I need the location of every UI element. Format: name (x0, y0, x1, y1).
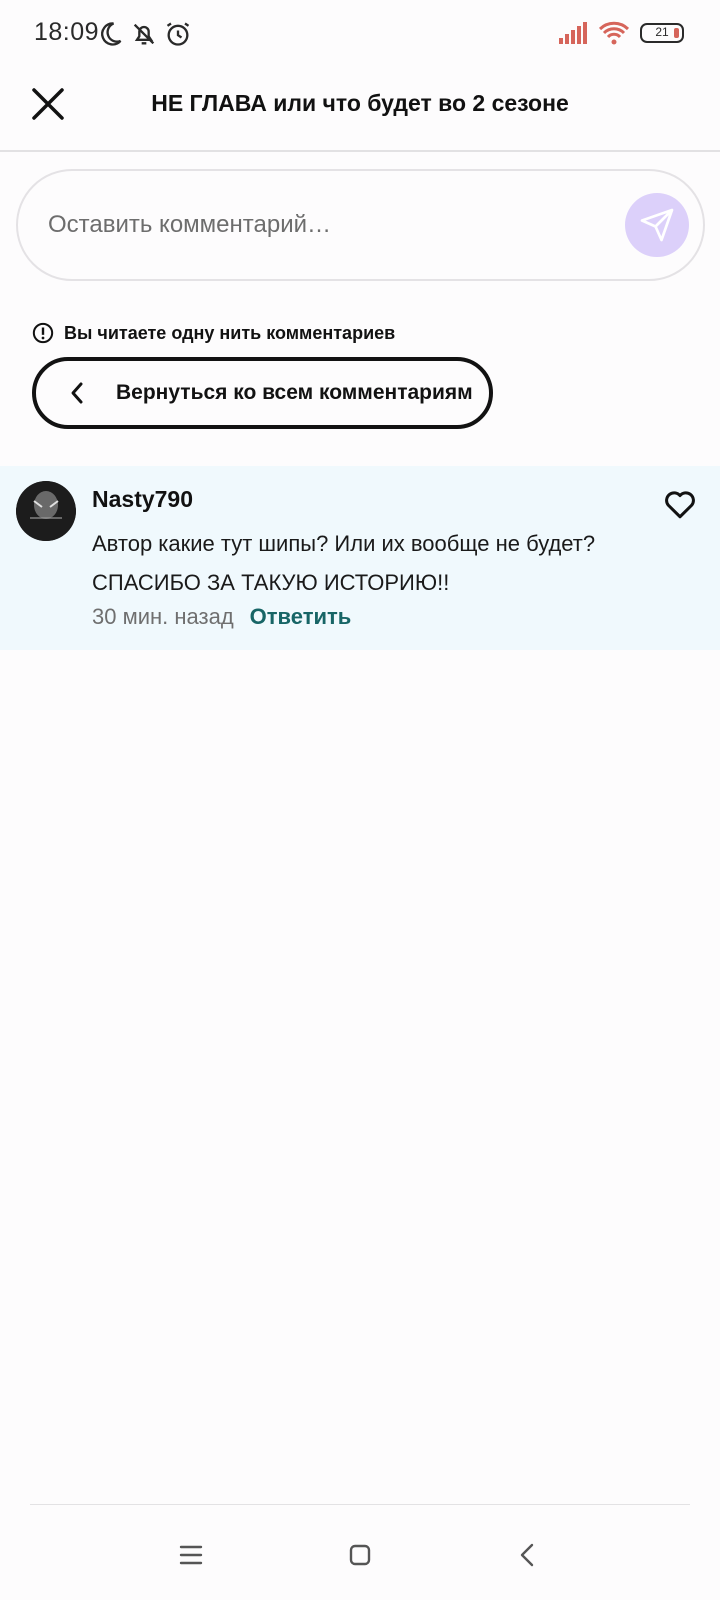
comment-card: Nasty790 Автор какие тут шипы? Или их во… (0, 466, 720, 650)
chevron-left-icon (71, 382, 83, 404)
avatar-image (16, 481, 76, 541)
back-button-label: Вернуться ко всем комментариям (116, 381, 473, 404)
status-bar: 18:09 21 (0, 0, 720, 66)
signal-icon (559, 22, 587, 44)
back-icon[interactable] (513, 1540, 543, 1570)
send-icon (640, 208, 674, 242)
wifi-icon (598, 21, 630, 45)
system-nav-bar (0, 1505, 720, 1600)
reply-button[interactable]: Ответить (250, 604, 352, 630)
comment-input[interactable] (48, 201, 588, 249)
comment-timestamp: 30 мин. назад (92, 604, 234, 629)
thread-note-text: Вы читаете одну нить комментариев (64, 322, 396, 343)
comment-username[interactable]: Nasty790 (92, 486, 193, 513)
status-time: 18:09 (34, 18, 100, 46)
home-icon[interactable] (345, 1540, 375, 1570)
back-to-all-comments-button[interactable]: Вернуться ко всем комментариям (32, 357, 493, 429)
bell-off-icon (133, 23, 155, 45)
comment-text: Автор какие тут шипы? Или их вообще не б… (92, 531, 596, 595)
send-button[interactable] (625, 193, 689, 257)
thread-note: Вы читаете одну нить комментариев (32, 322, 395, 344)
menu-icon[interactable] (176, 1540, 206, 1570)
header: НЕ ГЛАВА или что будет во 2 сезоне (0, 66, 720, 152)
status-left-icons (96, 20, 192, 48)
info-icon (32, 322, 54, 344)
status-right: 21 (558, 20, 684, 46)
comment-input-container (16, 169, 705, 281)
battery-icon: 21 (640, 23, 684, 43)
avatar[interactable] (16, 481, 76, 541)
heart-icon[interactable] (662, 486, 698, 522)
comment-meta: 30 мин. назад Ответить (92, 604, 351, 630)
page-title: НЕ ГЛАВА или что будет во 2 сезоне (151, 90, 569, 116)
alarm-icon (166, 22, 190, 46)
moon-icon (101, 22, 122, 46)
